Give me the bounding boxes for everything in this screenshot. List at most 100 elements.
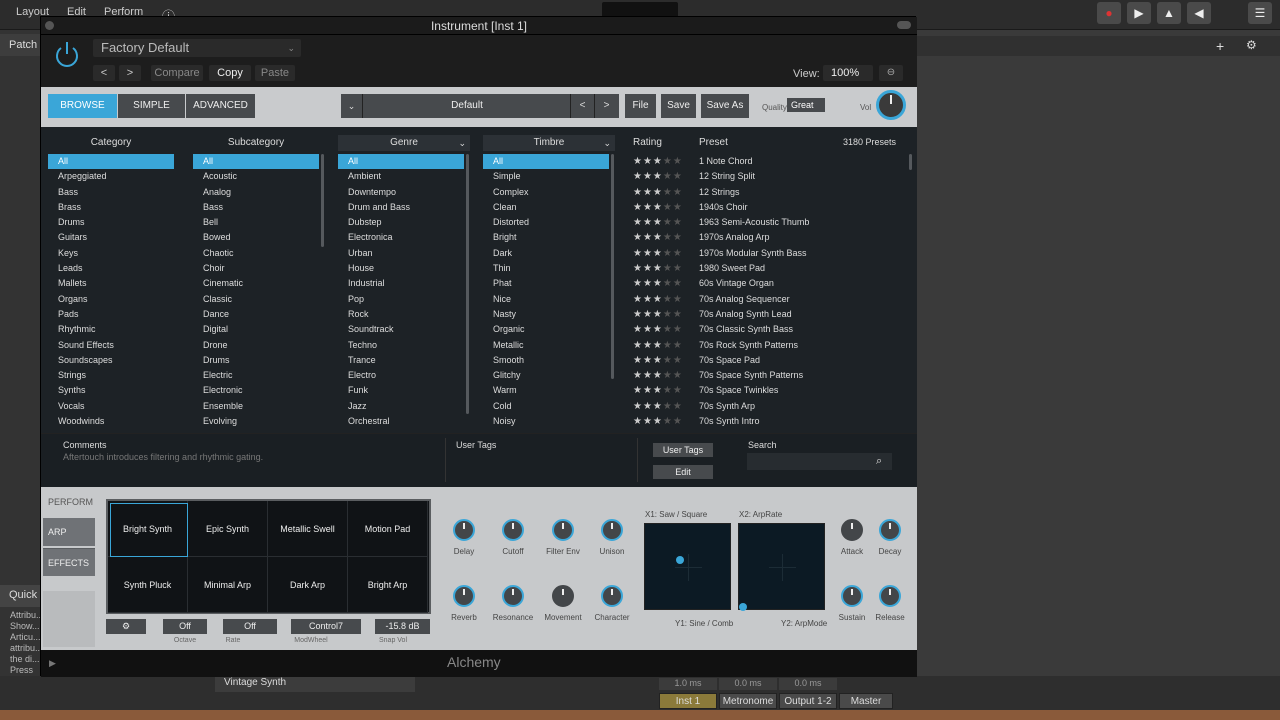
rate-select[interactable]: Off [223, 619, 277, 634]
pad-minimal-arp[interactable]: Minimal Arp [188, 557, 268, 613]
list-item[interactable]: Smooth [483, 353, 609, 368]
host-strip-inst1[interactable]: Inst 1 [659, 693, 717, 709]
character-knob[interactable] [601, 585, 623, 607]
window-titlebar[interactable]: Instrument [Inst 1] [41, 17, 917, 35]
play-icon[interactable]: ▶ [1127, 2, 1151, 24]
modwheel-select[interactable]: Control7 [291, 619, 361, 634]
next-patch-button[interactable]: > [119, 65, 141, 81]
list-item[interactable]: Soundscapes [48, 353, 174, 368]
list-item[interactable]: All [338, 154, 464, 170]
movement-knob[interactable] [552, 585, 574, 607]
xy-pad-1-handle[interactable] [676, 556, 684, 564]
list-item[interactable]: Soundtrack [338, 322, 464, 337]
list-item[interactable]: Orchestral [338, 414, 464, 429]
list-item[interactable]: Phat [483, 276, 609, 291]
list-item[interactable]: Trance [338, 353, 464, 368]
attack-knob[interactable] [841, 519, 863, 541]
rating-stars[interactable]: ★★★★★ [633, 276, 693, 291]
list-item[interactable]: Distorted [483, 215, 609, 230]
list-item[interactable]: 1940s Choir [689, 200, 899, 215]
xy-pad-2[interactable] [738, 523, 825, 611]
user-tags-button[interactable]: User Tags [653, 443, 713, 457]
host-patch-tab[interactable]: Patch [0, 34, 40, 56]
list-item[interactable]: Dark [483, 246, 609, 261]
list-item[interactable]: Simple [483, 169, 609, 184]
pad-dark-arp[interactable]: Dark Arp [268, 557, 348, 613]
list-item[interactable]: 70s Analog Sequencer [689, 292, 899, 307]
paste-button[interactable]: Paste [255, 65, 295, 81]
tab-arp[interactable]: ARP [43, 518, 95, 546]
rating-stars[interactable]: ★★★★★ [633, 383, 693, 398]
list-item[interactable]: 70s Classic Synth Bass [689, 322, 899, 337]
timbre-header[interactable]: Timbre ⌄ [483, 135, 615, 151]
list-item[interactable]: Rock [338, 307, 464, 322]
pad-epic-synth[interactable]: Epic Synth [188, 501, 268, 557]
list-item[interactable]: 70s Synth Arp [689, 399, 899, 414]
list-item[interactable]: Cold [483, 399, 609, 414]
preset-name[interactable]: Default [365, 94, 569, 118]
list-item[interactable]: Electro [338, 368, 464, 383]
list-item[interactable]: Thin [483, 261, 609, 276]
list-item[interactable]: 1970s Analog Arp [689, 230, 899, 245]
gear-icon[interactable]: ⚙ [106, 619, 146, 634]
list-item[interactable]: Leads [48, 261, 174, 276]
host-quick-help-tab[interactable]: Quick [0, 585, 40, 607]
cutoff-knob[interactable] [502, 519, 524, 541]
list-item[interactable]: Brass [48, 200, 174, 215]
list-item[interactable]: Electric [193, 368, 319, 383]
pad-bright-synth[interactable]: Bright Synth [108, 501, 188, 557]
list-item[interactable]: Noisy [483, 414, 609, 429]
list-item[interactable]: Bowed [193, 230, 319, 245]
preset-scrollbar[interactable] [909, 154, 912, 170]
octave-select[interactable]: Off [163, 619, 207, 634]
rating-stars[interactable]: ★★★★★ [633, 185, 693, 200]
list-item[interactable]: All [193, 154, 319, 170]
unison-knob[interactable] [601, 519, 623, 541]
host-strip-master[interactable]: Master [839, 693, 893, 709]
list-item[interactable]: Pop [338, 292, 464, 307]
prev-patch-button[interactable]: < [93, 65, 115, 81]
tab-browse[interactable]: BROWSE [48, 94, 117, 118]
list-item[interactable]: Drums [193, 353, 319, 368]
list-item[interactable]: Bass [48, 185, 174, 200]
list-item[interactable]: Dubstep [338, 215, 464, 230]
list-item[interactable]: Electronic [193, 383, 319, 398]
list-item[interactable]: Drone [193, 338, 319, 353]
list-item[interactable]: Clean [483, 200, 609, 215]
xy-pad-2-handle[interactable] [739, 603, 747, 611]
list-item[interactable]: Sound Effects [48, 338, 174, 353]
search-input[interactable] [747, 453, 892, 470]
list-item[interactable]: Choir [193, 261, 319, 276]
list-item[interactable]: Mallets [48, 276, 174, 291]
edit-button[interactable]: Edit [653, 465, 713, 479]
list-item[interactable]: 12 Strings [689, 185, 899, 200]
delay-knob[interactable] [453, 519, 475, 541]
link-icon[interactable]: ⊖ [879, 65, 903, 81]
power-icon[interactable] [53, 39, 81, 69]
list-item[interactable]: 1980 Sweet Pad [689, 261, 899, 276]
list-item[interactable]: Industrial [338, 276, 464, 291]
quality-select[interactable]: Great [787, 98, 825, 112]
snap-vol-stepper[interactable]: -15.8 dB [375, 619, 430, 634]
list-item[interactable]: 1963 Semi-Acoustic Thumb [689, 215, 899, 230]
list-item[interactable]: Organic [483, 322, 609, 337]
rating-stars[interactable]: ★★★★★ [633, 169, 693, 184]
list-item[interactable]: 70s Analog Synth Lead [689, 307, 899, 322]
list-item[interactable]: 12 String Split [689, 169, 899, 184]
list-item[interactable]: Drums [48, 215, 174, 230]
rating-stars[interactable]: ★★★★★ [633, 215, 693, 230]
list-item[interactable]: Jazz [338, 399, 464, 414]
volume-knob[interactable] [876, 90, 906, 120]
list-item[interactable]: Guitars [48, 230, 174, 245]
rating-stars[interactable]: ★★★★★ [633, 230, 693, 245]
resize-icon[interactable] [897, 21, 911, 29]
list-item[interactable]: 70s Space Synth Patterns [689, 368, 899, 383]
pad-synth-pluck[interactable]: Synth Pluck [108, 557, 188, 613]
list-item[interactable]: Nasty [483, 307, 609, 322]
list-item[interactable]: 70s Rock Synth Patterns [689, 338, 899, 353]
list-item[interactable]: 70s Space Twinkles [689, 383, 899, 398]
patch-select[interactable]: Factory Default ⌄ [93, 39, 301, 57]
list-item[interactable]: Metallic [483, 338, 609, 353]
list-item[interactable]: Complex [483, 185, 609, 200]
list-item[interactable]: Bell [193, 215, 319, 230]
